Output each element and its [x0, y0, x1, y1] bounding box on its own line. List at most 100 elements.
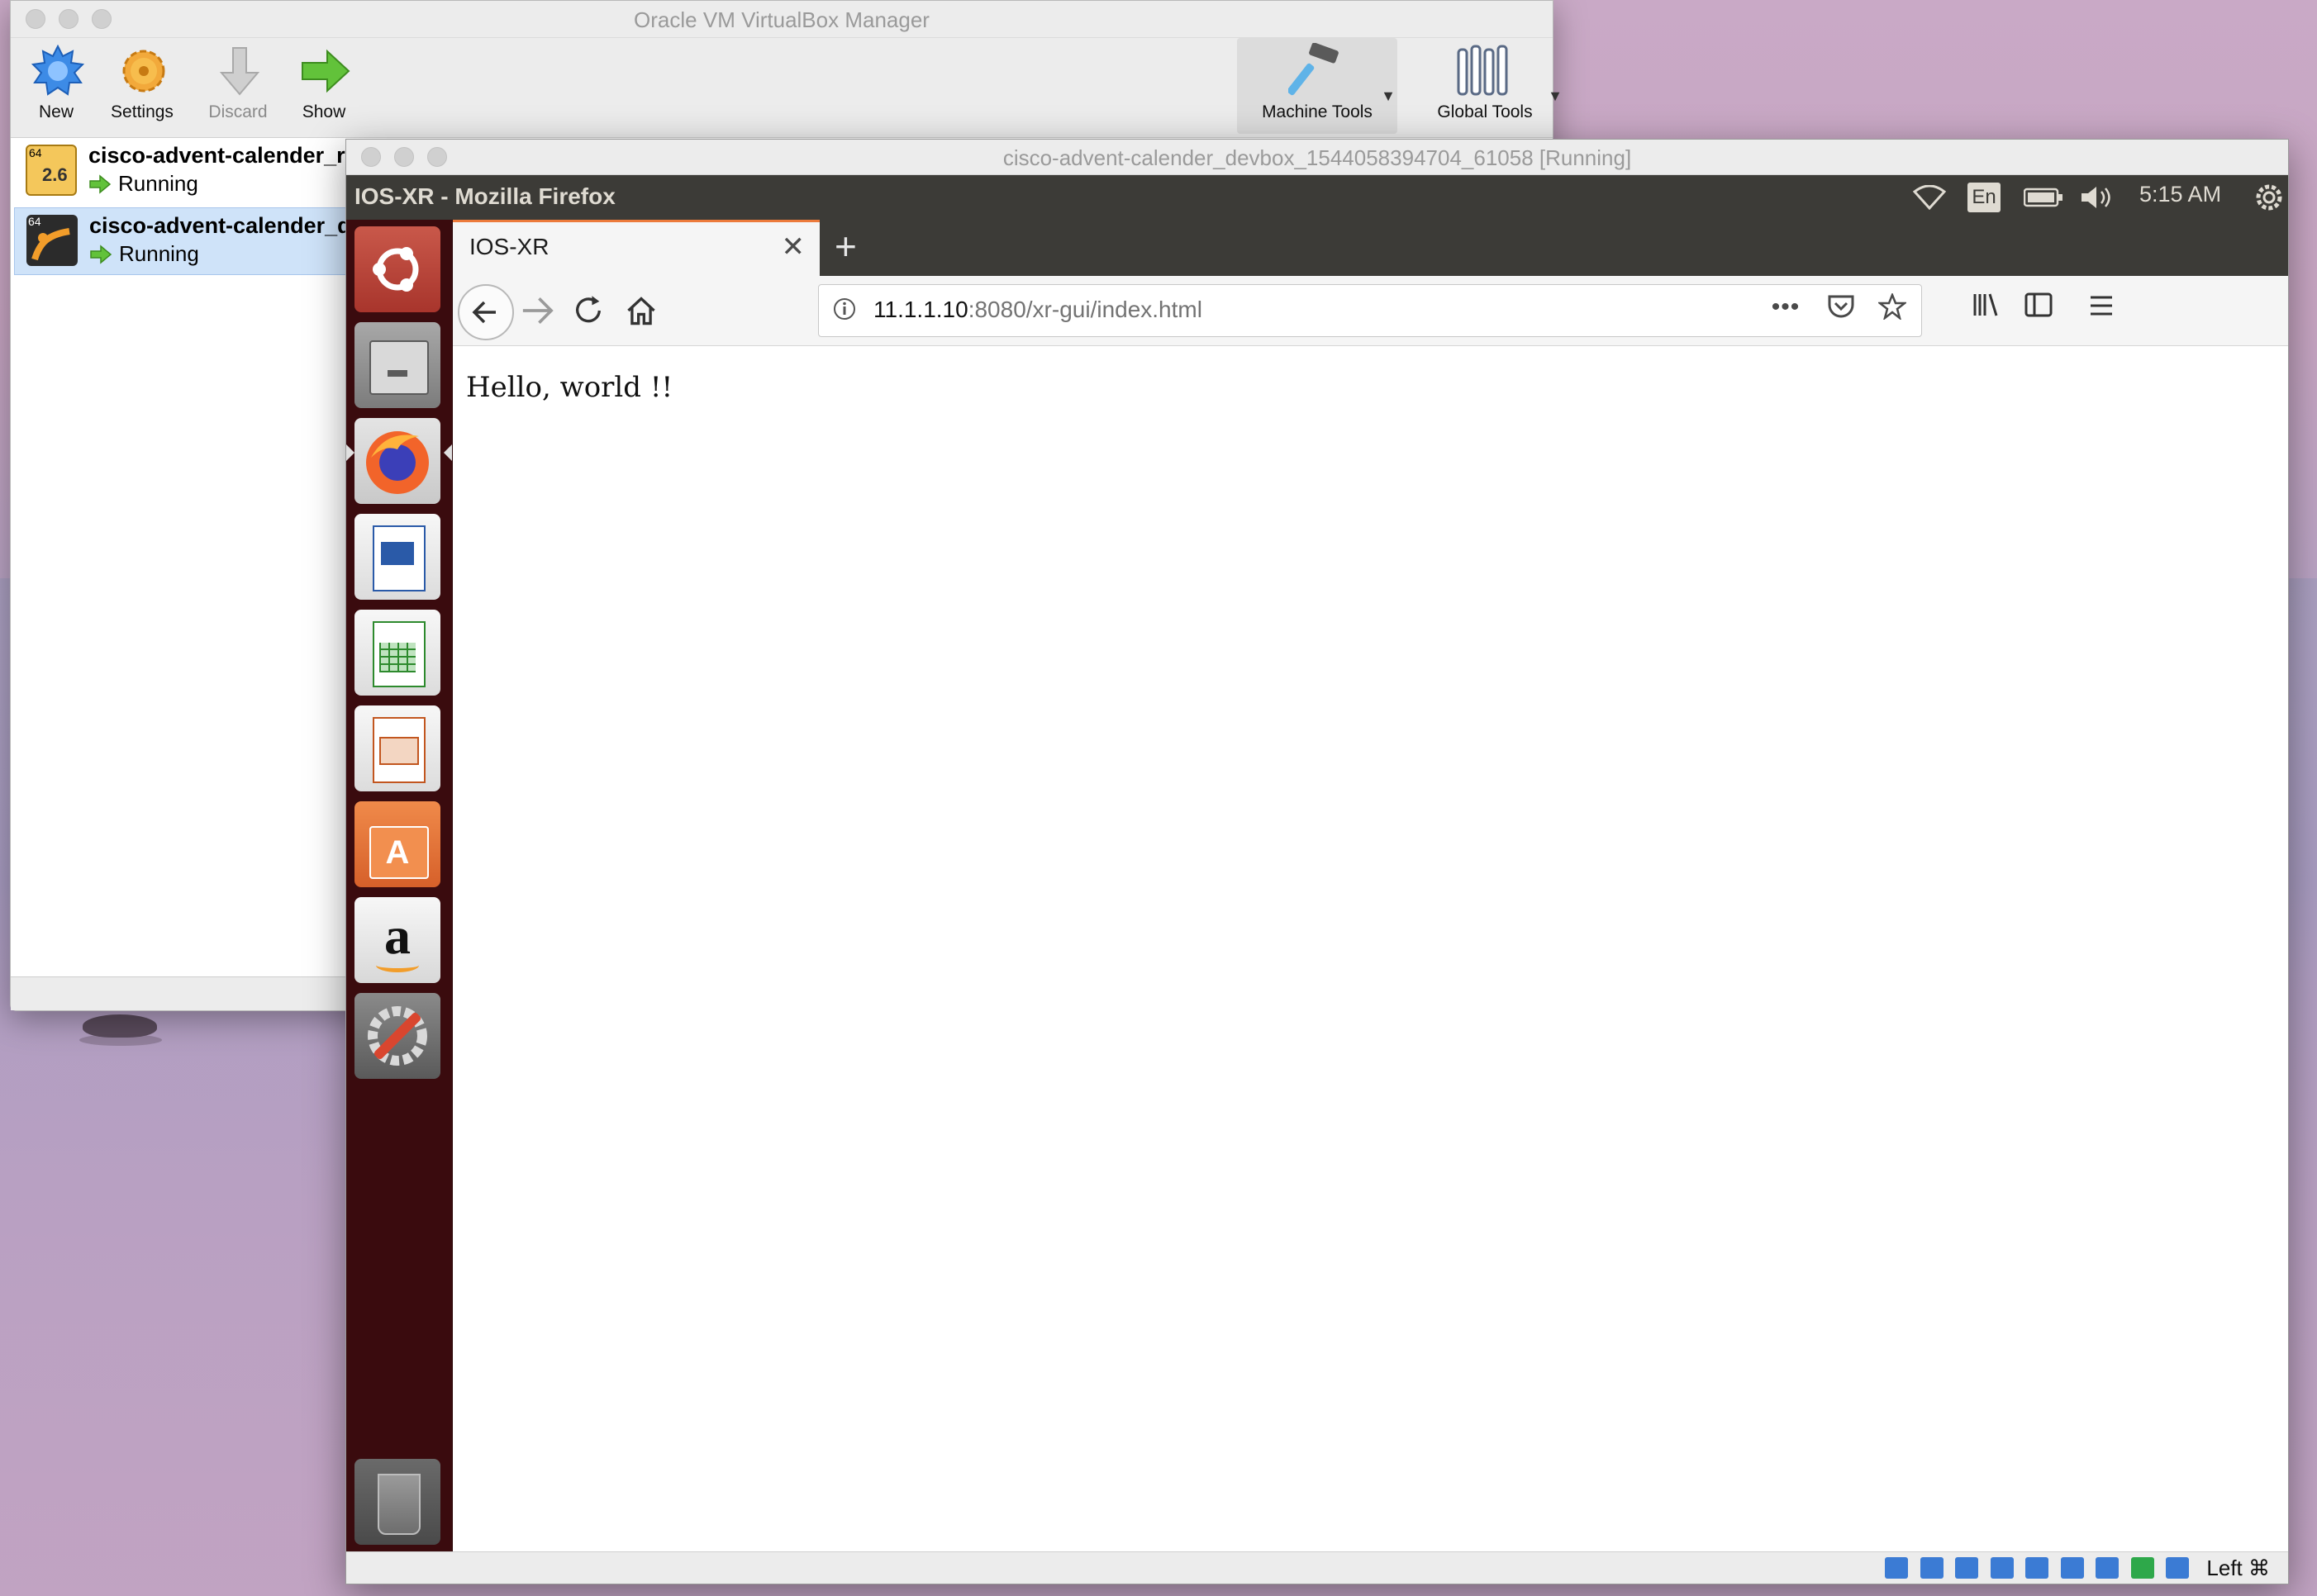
- shared-folders-icon[interactable]: [2060, 1557, 2084, 1579]
- software-center-icon[interactable]: A: [354, 801, 440, 887]
- page-content: Hello, world !!: [453, 346, 2288, 1552]
- trash-icon[interactable]: [354, 1459, 440, 1545]
- amazon-a-icon: a: [384, 906, 411, 965]
- sidebar-toggle-icon[interactable]: [2023, 289, 2056, 322]
- new-button[interactable]: New: [11, 38, 102, 135]
- url-bar[interactable]: 11.1.1.10:8080/xr-gui/index.html •••: [818, 284, 1922, 337]
- software-a-icon: A: [385, 834, 410, 871]
- calc-icon[interactable]: [354, 610, 440, 696]
- display-icon[interactable]: [2096, 1557, 2120, 1579]
- vm-status: Running: [88, 171, 198, 197]
- wrench-gear-icon: [368, 1006, 427, 1066]
- host-key-indicator[interactable]: Left ⌘: [2206, 1556, 2270, 1581]
- volume-icon[interactable]: [2080, 185, 2116, 210]
- tab-bar: IOS-XR ✕ +: [453, 220, 2288, 276]
- machine-tools-button[interactable]: Machine Tools ▼: [1237, 38, 1397, 134]
- machine-tools-label: Machine Tools: [1262, 102, 1373, 121]
- trash-can-icon: [378, 1474, 421, 1535]
- new-icon: [31, 45, 84, 96]
- navigation-toolbar: 11.1.1.10:8080/xr-gui/index.html •••: [453, 276, 2288, 346]
- vm-status-text: Running: [118, 171, 198, 196]
- firefox-icon[interactable]: [354, 418, 440, 504]
- discard-arrow-icon: [219, 47, 260, 96]
- running-arrow-icon: [90, 245, 112, 264]
- vm-os-icon: 64 2.6: [26, 145, 77, 196]
- system-settings-icon[interactable]: [354, 993, 440, 1079]
- global-tools-dropdown-icon[interactable]: ▼: [1548, 88, 1563, 105]
- vm-list-item[interactable]: 64 2.6 cisco-advent-calender_r Running: [14, 138, 358, 204]
- firefox-logo-icon: [366, 431, 429, 494]
- unity-launcher: A a: [346, 220, 453, 1552]
- global-tools-button[interactable]: Global Tools ▼: [1415, 38, 1563, 134]
- vm-os-icon: 64: [26, 215, 78, 266]
- vm-display-window: cisco-advent-calender_devbox_15440583947…: [345, 139, 2289, 1584]
- vm-list-item-selected[interactable]: 64 cisco-advent-calender_d Running: [14, 207, 359, 275]
- back-button[interactable]: [458, 284, 514, 340]
- reload-icon[interactable]: [572, 289, 605, 332]
- discard-button[interactable]: Discard: [193, 38, 283, 135]
- amazon-smile-icon: [376, 958, 419, 972]
- vm-name: cisco-advent-calender_r: [88, 143, 345, 168]
- forward-arrow-icon[interactable]: [519, 289, 555, 332]
- ubuntu-dash-icon[interactable]: [354, 226, 440, 312]
- bookmark-star-icon[interactable]: [1878, 293, 1906, 320]
- desktop-rock-reflection: [79, 1034, 162, 1046]
- hammer-icon: [1288, 43, 1339, 96]
- clock[interactable]: 5:15 AM: [2139, 182, 2221, 207]
- manager-titlebar[interactable]: Oracle VM VirtualBox Manager: [11, 1, 1553, 38]
- recording-icon[interactable]: [2130, 1557, 2154, 1579]
- file-cabinet-icon: [369, 340, 429, 395]
- mouse-integration-icon[interactable]: [2166, 1557, 2189, 1579]
- impress-icon[interactable]: [354, 705, 440, 791]
- show-button[interactable]: Show: [278, 38, 369, 135]
- manager-title: Oracle VM VirtualBox Manager: [634, 7, 930, 32]
- url-path: :8080/xr-gui/index.html: [968, 297, 1202, 322]
- settings-button[interactable]: Settings: [97, 38, 188, 135]
- vm-version-badge: 2.6: [42, 164, 68, 185]
- system-gear-icon[interactable]: [2255, 183, 2283, 211]
- amazon-icon[interactable]: a: [354, 897, 440, 983]
- audio-icon[interactable]: [1955, 1557, 1979, 1579]
- site-info-icon[interactable]: [832, 297, 857, 321]
- tab-ios-xr[interactable]: IOS-XR ✕: [453, 220, 820, 276]
- writer-image-icon: [381, 542, 414, 565]
- files-icon[interactable]: [354, 322, 440, 408]
- battery-icon[interactable]: [2024, 187, 2063, 208]
- calc-grid-icon: [379, 643, 416, 672]
- settings-label: Settings: [111, 102, 174, 121]
- url-text[interactable]: 11.1.1.10:8080/xr-gui/index.html: [873, 297, 1202, 323]
- global-tools-label: Global Tools: [1437, 102, 1533, 121]
- page-actions: •••: [1772, 293, 1906, 321]
- new-label: New: [38, 102, 74, 121]
- page-actions-menu-icon[interactable]: •••: [1772, 293, 1801, 321]
- keyboard-layout-indicator[interactable]: En: [1967, 183, 2001, 212]
- devbox-logo-icon: [31, 228, 70, 261]
- launcher-active-indicator-icon: [444, 444, 452, 461]
- hamburger-menu-icon[interactable]: [2087, 289, 2117, 322]
- global-tools-icon: [1457, 45, 1508, 96]
- impress-slide-icon: [379, 737, 419, 765]
- vm-status-text: Running: [119, 241, 199, 266]
- settings-gear-icon: [122, 50, 165, 93]
- tab-close-icon[interactable]: ✕: [782, 230, 806, 264]
- url-host: 11.1.1.10: [873, 297, 968, 322]
- wifi-icon[interactable]: [1913, 185, 1946, 210]
- vm-list: 64 2.6 cisco-advent-calender_r Running 6…: [11, 138, 359, 977]
- back-arrow-icon: [472, 301, 496, 324]
- home-icon[interactable]: [625, 289, 658, 332]
- pocket-icon[interactable]: [1827, 293, 1855, 320]
- library-icon[interactable]: [1970, 289, 2003, 322]
- vm-title: cisco-advent-calender_devbox_15440583947…: [1002, 145, 1632, 170]
- optical-drive-icon[interactable]: [1920, 1557, 1944, 1579]
- vm-device-icons: [1877, 1557, 2189, 1580]
- network-icon[interactable]: [1990, 1557, 2014, 1579]
- active-window-title: IOS-XR - Mozilla Firefox: [354, 183, 616, 209]
- hard-disk-icon[interactable]: [1885, 1557, 1909, 1579]
- vm-titlebar[interactable]: cisco-advent-calender_devbox_15440583947…: [346, 140, 2288, 175]
- writer-icon[interactable]: [354, 514, 440, 600]
- usb-icon[interactable]: [2025, 1557, 2049, 1579]
- show-label: Show: [302, 102, 346, 121]
- manager-toolbar: New Settings Discard Show Machine Tools …: [11, 38, 1563, 138]
- machine-tools-dropdown-icon[interactable]: ▼: [1381, 88, 1396, 105]
- new-tab-button[interactable]: +: [835, 223, 857, 269]
